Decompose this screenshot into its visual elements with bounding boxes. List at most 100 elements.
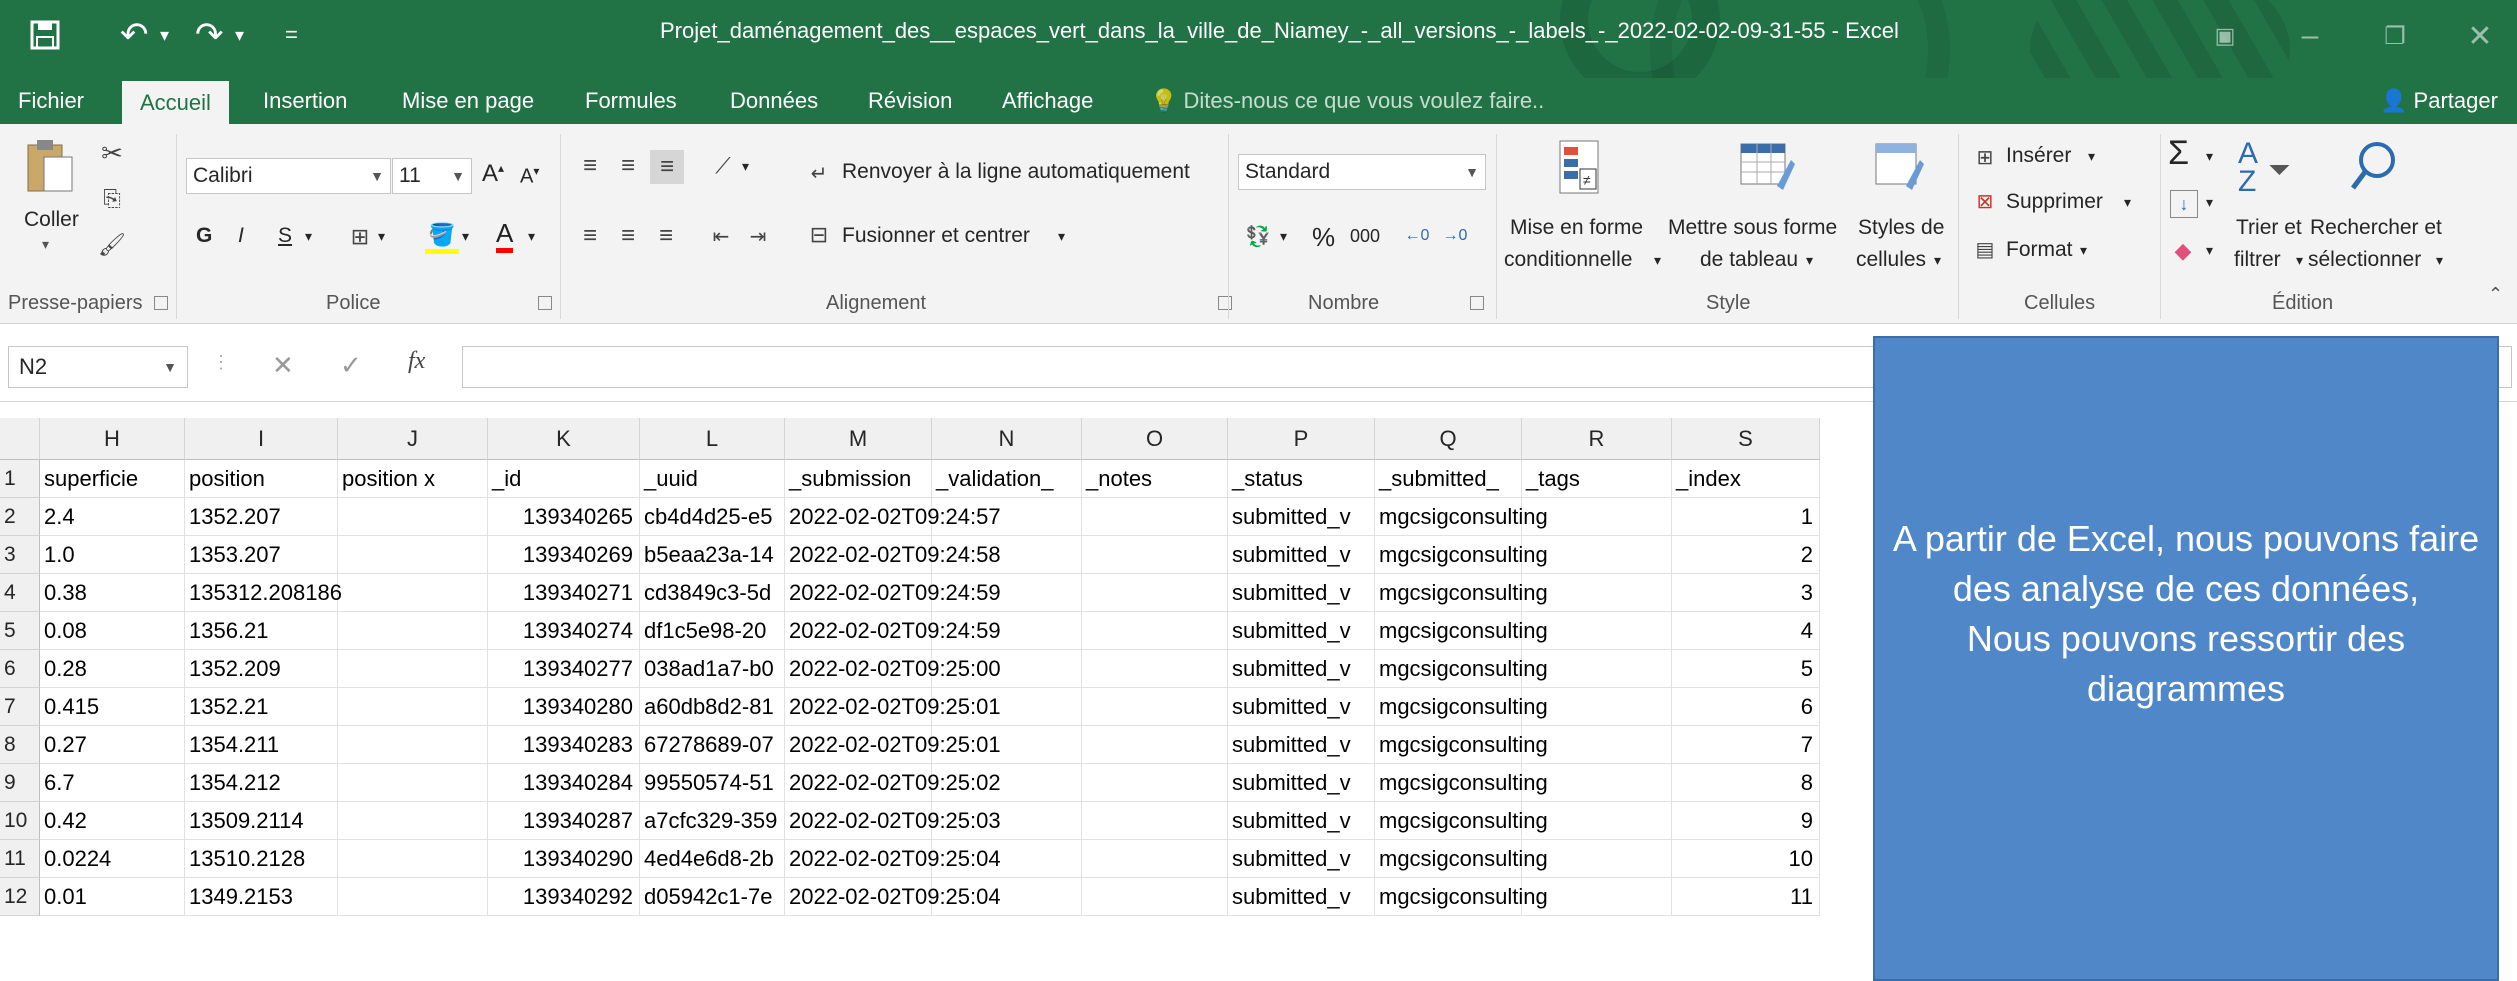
- chevron-down-icon[interactable]: ▾: [742, 158, 749, 175]
- column-header[interactable]: S: [1672, 418, 1820, 460]
- cell-superficie[interactable]: 0.0224: [40, 840, 185, 878]
- cell-index[interactable]: 5: [1672, 650, 1820, 688]
- underline-button[interactable]: S: [278, 224, 292, 248]
- row-header[interactable]: 6: [0, 650, 40, 688]
- cell-submission[interactable]: 2022-02-02T09:25:04: [785, 840, 1001, 878]
- cell-uuid[interactable]: 99550574-51: [640, 764, 785, 802]
- insert-button[interactable]: Insérer: [2006, 144, 2071, 168]
- header-cell[interactable]: _submission: [785, 460, 932, 498]
- cell-status[interactable]: submitted_v: [1228, 650, 1375, 688]
- chevron-down-icon[interactable]: ▾: [1806, 252, 1813, 269]
- tab-accueil[interactable]: Accueil: [122, 81, 229, 124]
- cell-submission[interactable]: 2022-02-02T09:25:04: [785, 878, 1001, 916]
- find-select-line2[interactable]: sélectionner: [2308, 248, 2421, 272]
- cell-position[interactable]: 1354.211: [185, 726, 338, 764]
- delete-button[interactable]: Supprimer: [2006, 190, 2103, 214]
- cell-empty[interactable]: [1522, 612, 1672, 650]
- dialog-launcher-icon[interactable]: [154, 296, 168, 310]
- cell-empty[interactable]: [1522, 498, 1672, 536]
- cell-position[interactable]: 135312.208186: [185, 574, 342, 612]
- cell-superficie[interactable]: 0.42: [40, 802, 185, 840]
- cell-empty[interactable]: [1522, 536, 1672, 574]
- cell-empty[interactable]: [932, 764, 1082, 802]
- cell-empty[interactable]: [338, 726, 488, 764]
- cell-submitted[interactable]: mgcsigconsulting: [1375, 764, 1548, 802]
- cell-empty[interactable]: [932, 650, 1082, 688]
- column-header[interactable]: J: [338, 418, 488, 460]
- header-cell[interactable]: _id: [488, 460, 640, 498]
- ribbon-display-icon[interactable]: ▣: [2195, 8, 2255, 64]
- insert-function-icon[interactable]: fx: [408, 348, 425, 375]
- fill-icon[interactable]: ↓: [2170, 190, 2198, 218]
- cell-empty[interactable]: [338, 574, 488, 612]
- cell-empty[interactable]: [1082, 536, 1228, 574]
- cell-id[interactable]: 139340283: [488, 726, 640, 764]
- chevron-down-icon[interactable]: ▾: [1280, 228, 1287, 245]
- cell-empty[interactable]: [338, 650, 488, 688]
- customize-toolbar-icon[interactable]: =: [285, 10, 298, 60]
- cell-empty[interactable]: [338, 840, 488, 878]
- cell-submission[interactable]: 2022-02-02T09:25:03: [785, 802, 1001, 840]
- clear-icon[interactable]: ◆: [2168, 236, 2198, 266]
- save-icon[interactable]: [30, 10, 60, 60]
- thousands-button[interactable]: 000: [1350, 226, 1380, 247]
- cell-empty[interactable]: [932, 536, 1082, 574]
- cell-submitted[interactable]: mgcsigconsulting: [1375, 612, 1548, 650]
- chevron-down-icon[interactable]: ▾: [2080, 242, 2087, 259]
- cell-index[interactable]: 4: [1672, 612, 1820, 650]
- cell-empty[interactable]: [338, 802, 488, 840]
- cell-submitted[interactable]: mgcsigconsulting: [1375, 878, 1548, 916]
- header-cell[interactable]: _status: [1228, 460, 1375, 498]
- cell-empty[interactable]: [1522, 764, 1672, 802]
- header-cell[interactable]: _index: [1672, 460, 1820, 498]
- increase-decimal-icon[interactable]: ←0: [1400, 220, 1434, 252]
- cell-index[interactable]: 11: [1672, 878, 1820, 916]
- cell-superficie[interactable]: 0.27: [40, 726, 185, 764]
- cell-status[interactable]: submitted_v: [1228, 612, 1375, 650]
- chevron-down-icon[interactable]: ▾: [2436, 252, 2443, 269]
- cell-status[interactable]: submitted_v: [1228, 536, 1375, 574]
- column-header[interactable]: P: [1228, 418, 1375, 460]
- format-button[interactable]: Format: [2006, 238, 2073, 262]
- header-cell[interactable]: position: [185, 460, 338, 498]
- cell-id[interactable]: 139340287: [488, 802, 640, 840]
- cell-empty[interactable]: [932, 498, 1082, 536]
- cell-uuid[interactable]: cd3849c3-5d: [640, 574, 785, 612]
- cell-empty[interactable]: [1522, 726, 1672, 764]
- cell-status[interactable]: submitted_v: [1228, 802, 1375, 840]
- tab-revision[interactable]: Révision: [868, 78, 952, 124]
- cell-index[interactable]: 8: [1672, 764, 1820, 802]
- header-cell[interactable]: position x: [338, 460, 488, 498]
- cell-uuid[interactable]: 4ed4e6d8-2b: [640, 840, 785, 878]
- number-format-select[interactable]: Standard ▼: [1238, 154, 1486, 190]
- cell-id[interactable]: 139340292: [488, 878, 640, 916]
- cancel-icon[interactable]: ✕: [272, 350, 294, 381]
- paste-icon[interactable]: [20, 136, 80, 196]
- cell-empty[interactable]: [1082, 726, 1228, 764]
- redo-icon[interactable]: ↷: [195, 10, 224, 60]
- header-cell[interactable]: _submitted_: [1375, 460, 1522, 498]
- conditional-formatting-line2[interactable]: conditionnelle: [1504, 248, 1632, 272]
- row-header[interactable]: 3: [0, 536, 40, 574]
- tab-insertion[interactable]: Insertion: [263, 78, 347, 124]
- cell-empty[interactable]: [932, 688, 1082, 726]
- italic-button[interactable]: I: [238, 224, 244, 248]
- row-header[interactable]: 11: [0, 840, 40, 878]
- row-header[interactable]: 8: [0, 726, 40, 764]
- cell-submission[interactable]: 2022-02-02T09:24:58: [785, 536, 1001, 574]
- find-select-line1[interactable]: Rechercher et: [2310, 216, 2442, 240]
- align-left-icon[interactable]: ≡: [574, 220, 606, 252]
- cell-empty[interactable]: [932, 612, 1082, 650]
- cell-uuid[interactable]: a60db8d2-81: [640, 688, 785, 726]
- cell-superficie[interactable]: 1.0: [40, 536, 185, 574]
- cell-id[interactable]: 139340265: [488, 498, 640, 536]
- cell-empty[interactable]: [1082, 574, 1228, 612]
- row-header[interactable]: 4: [0, 574, 40, 612]
- cell-index[interactable]: 9: [1672, 802, 1820, 840]
- chevron-down-icon[interactable]: ▾: [378, 228, 385, 245]
- column-header[interactable]: N: [932, 418, 1082, 460]
- cell-status[interactable]: submitted_v: [1228, 840, 1375, 878]
- cell-submitted[interactable]: mgcsigconsulting: [1375, 840, 1548, 878]
- cell-empty[interactable]: [932, 878, 1082, 916]
- cell-id[interactable]: 139340280: [488, 688, 640, 726]
